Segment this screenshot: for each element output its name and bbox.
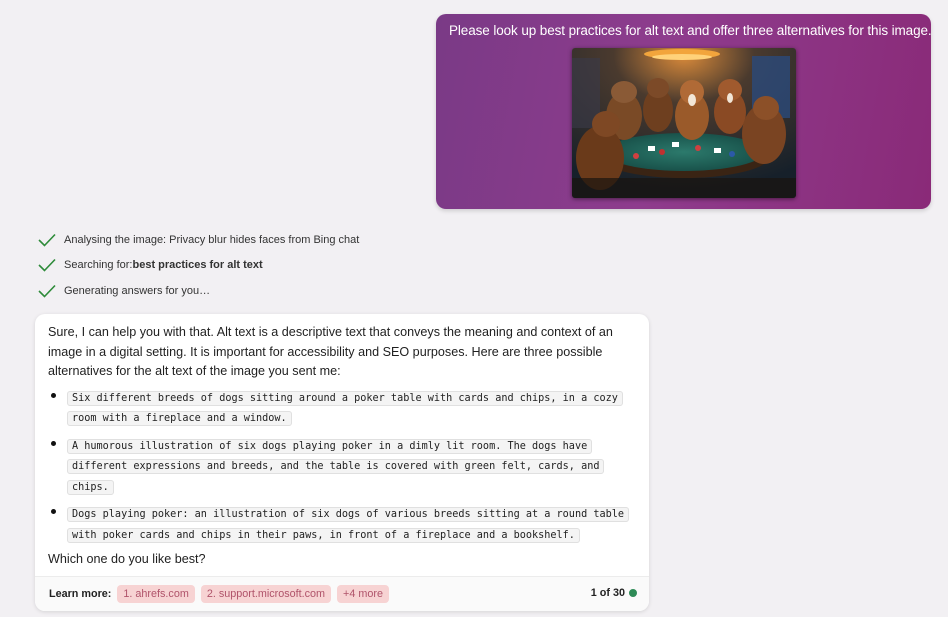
poker-scene-illustration — [572, 48, 796, 198]
bullet — [51, 392, 56, 398]
step-text: Generating answers for you… — [64, 284, 211, 297]
user-message-text: Please look up best practices for alt te… — [449, 23, 932, 38]
user-message-bubble: Please look up best practices for alt te… — [436, 14, 932, 209]
check-icon — [38, 233, 56, 247]
learn-more-label: Learn more: — [49, 588, 112, 600]
step-generating: Generating answers for you… — [38, 282, 359, 299]
more-sources-button[interactable]: +4 more — [337, 585, 389, 603]
list-item: Six different breeds of dogs sitting aro… — [48, 388, 636, 429]
alt-text-option-1[interactable]: Six different breeds of dogs sitting aro… — [67, 390, 623, 426]
step-text: Searching for: — [64, 259, 133, 271]
list-item: Dogs playing poker: an illustration of s… — [48, 504, 636, 545]
list-item: A humorous illustration of six dogs play… — [48, 436, 636, 498]
learn-more-bar: Learn more: 1. ahrefs.com 2. support.mic… — [35, 576, 649, 611]
response-count-text: 1 of 30 — [590, 587, 625, 599]
search-query: best practices for alt text — [132, 259, 263, 271]
response-counter: 1 of 30 — [591, 587, 637, 599]
dogs-playing-poker-image[interactable] — [572, 48, 796, 198]
bullet — [51, 509, 56, 514]
step-searching: Searching for: best practices for alt te… — [38, 257, 359, 274]
answer-intro: Sure, I can help you with that. Alt text… — [48, 325, 613, 378]
step-analysing: Analysing the image: Privacy blur hides … — [38, 231, 359, 248]
alt-text-option-2[interactable]: A humorous illustration of six dogs play… — [67, 438, 605, 495]
check-icon — [38, 258, 56, 272]
assistant-answer-card: Sure, I can help you with that. Alt text… — [35, 314, 649, 611]
bullet — [51, 440, 56, 446]
alt-text-alternatives: Six different breeds of dogs sitting aro… — [48, 388, 636, 546]
follow-up-question: Which one do you like best? — [48, 552, 206, 566]
step-text: Analysing the image: Privacy blur hides … — [64, 233, 360, 246]
check-icon — [38, 284, 56, 298]
progress-steps: Analysing the image: Privacy blur hides … — [38, 231, 359, 308]
status-dot-icon — [629, 589, 637, 597]
source-link-ahrefs[interactable]: 1. ahrefs.com — [117, 585, 195, 603]
alt-text-option-3[interactable]: Dogs playing poker: an illustration of s… — [67, 507, 630, 543]
source-link-microsoft[interactable]: 2. support.microsoft.com — [200, 585, 332, 603]
